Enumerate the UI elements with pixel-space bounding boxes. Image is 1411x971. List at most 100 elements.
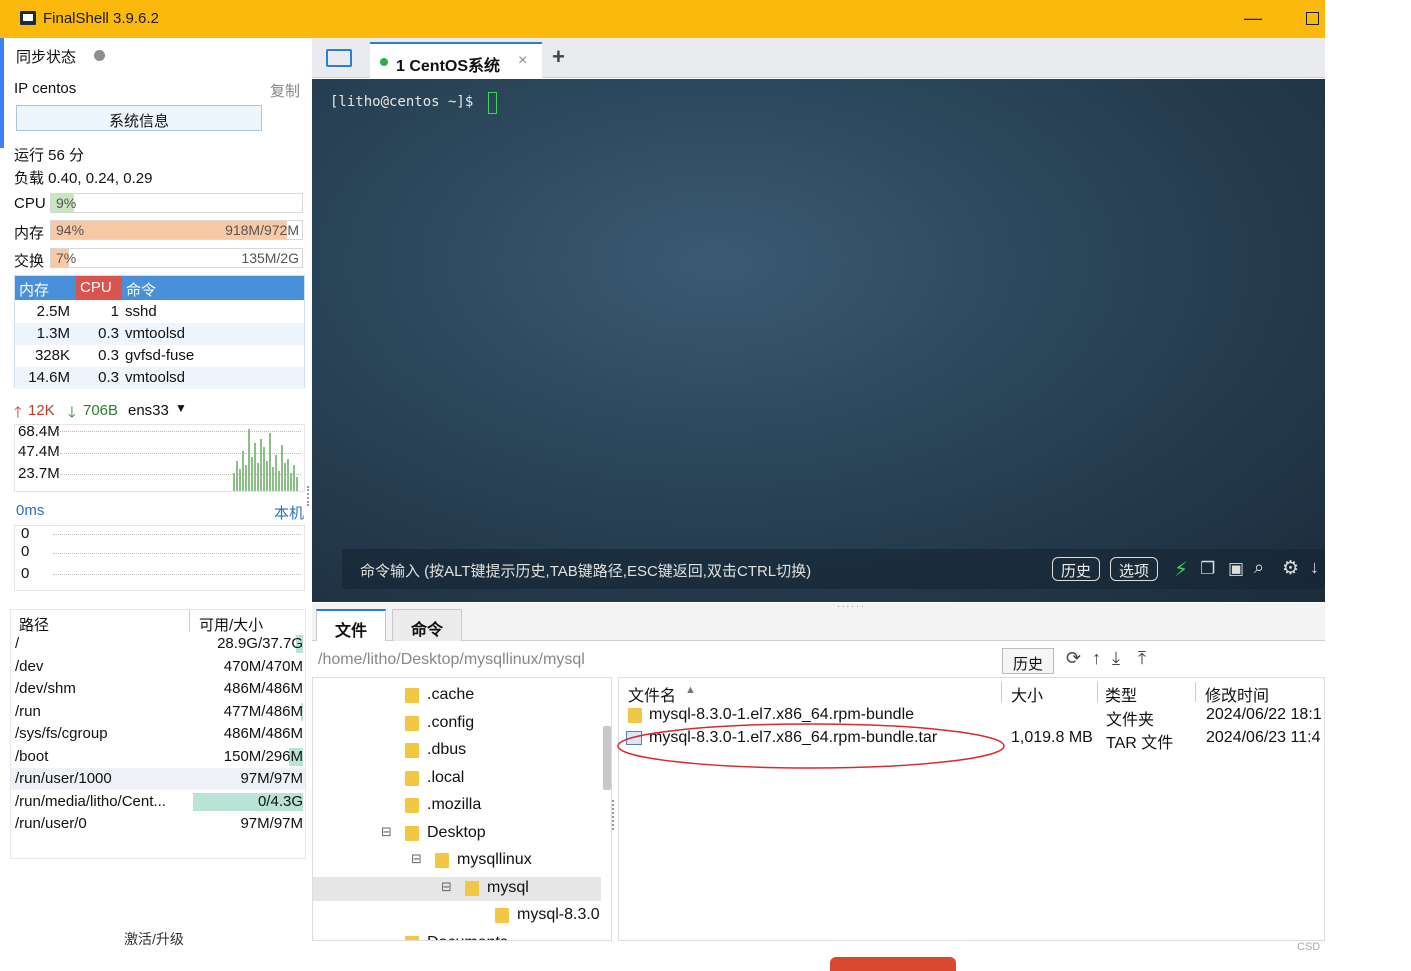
disk-size: 0/4.3G xyxy=(257,792,303,810)
disk-row[interactable]: /boot 150M/296M xyxy=(11,746,305,768)
network-interface-select[interactable]: ens33 xyxy=(128,402,169,419)
column-divider xyxy=(1097,682,1098,702)
download-icon[interactable]: ⤓ xyxy=(1112,648,1120,669)
disk-path: /dev xyxy=(15,657,44,675)
traffic-bar xyxy=(263,447,265,491)
tree-node[interactable]: .mozilla xyxy=(313,794,601,818)
file-list[interactable]: 文件名 ▲ 大小 类型 修改时间 mysql-8.3.0-1.el7.x86_6… xyxy=(618,677,1325,941)
column-header-type[interactable]: 类型 xyxy=(1105,682,1137,706)
splitter-handle[interactable] xyxy=(612,800,615,830)
disk-size: 470M/470M xyxy=(223,657,303,675)
tree-node[interactable]: ⊟ Desktop xyxy=(313,822,601,846)
sidebar-edge-marker xyxy=(0,38,4,148)
column-divider xyxy=(189,610,190,632)
process-table-header[interactable]: 内存 CPU 命令 xyxy=(15,276,304,300)
tree-node[interactable]: Documents xyxy=(313,932,601,940)
tab-files[interactable]: 文件 xyxy=(316,609,387,641)
folder-icon xyxy=(435,853,449,868)
disk-row[interactable]: /dev 470M/470M xyxy=(11,656,305,678)
disk-row[interactable]: /dev/shm 486M/486M xyxy=(11,678,305,700)
add-tab-button[interactable]: + xyxy=(552,44,565,70)
minimize-button[interactable]: — xyxy=(1244,8,1262,29)
column-header-command[interactable]: 命令 xyxy=(126,279,156,300)
tree-node[interactable]: .cache xyxy=(313,684,601,708)
bottom-popup-tab[interactable] xyxy=(830,957,956,971)
options-button[interactable]: 选项 xyxy=(1110,557,1159,581)
gear-icon[interactable]: ⚙ xyxy=(1282,557,1299,580)
history-button[interactable]: 历史 xyxy=(1052,557,1101,581)
collapse-icon[interactable]: ⊟ xyxy=(381,824,392,840)
current-path-input[interactable]: /home/litho/Desktop/mysqllinux/mysql xyxy=(318,651,585,669)
traffic-bar xyxy=(266,461,268,491)
title-bar[interactable]: FinalShell 3.9.6.2 — xyxy=(0,0,1325,38)
column-header-cpu[interactable]: CPU xyxy=(80,279,112,296)
disk-path: / xyxy=(15,635,20,652)
command-input-bar[interactable]: 命令输入 (按ALT键提示历史,TAB键路径,ESC键返回,双击CTRL切换) … xyxy=(342,549,1325,589)
disk-row[interactable]: / 28.9G/37.7G xyxy=(11,633,305,655)
process-table[interactable]: 内存 CPU 命令 2.5M 1 sshd 1.3M 0.3 vmtoolsd … xyxy=(14,275,305,389)
folder-open-icon[interactable] xyxy=(326,49,352,67)
process-row[interactable]: 2.5M 1 sshd xyxy=(15,301,304,323)
collapse-icon[interactable]: ⊟ xyxy=(411,851,422,867)
tree-node[interactable]: mysql-8.3.0 xyxy=(313,904,601,928)
disk-row[interactable]: /run 477M/486M xyxy=(11,701,305,723)
disk-row[interactable]: /sys/fs/cgroup 486M/486M xyxy=(11,723,305,745)
paste-icon[interactable]: ▣ xyxy=(1228,559,1244,579)
refresh-icon[interactable]: ⟳ xyxy=(1066,648,1081,669)
disk-row[interactable]: /run/user/0 97M/97M xyxy=(11,813,305,835)
finalshell-logo-icon xyxy=(20,11,36,25)
disk-size: 477M/486M xyxy=(223,702,303,720)
maximize-button[interactable] xyxy=(1306,12,1319,25)
disk-row[interactable]: /run/user/1000 97M/97M xyxy=(11,768,305,790)
ping-host-select[interactable]: 本机 xyxy=(274,502,304,523)
chevron-down-icon[interactable]: ▼ xyxy=(175,401,187,415)
process-row[interactable]: 14.6M 0.3 vmtoolsd xyxy=(15,367,304,389)
process-memory: 14.6M xyxy=(28,369,70,386)
activate-upgrade-link[interactable]: 激活/升级 xyxy=(124,929,184,949)
tree-node[interactable]: .config xyxy=(313,712,601,736)
copy-ip-link[interactable]: 复制 xyxy=(270,80,300,101)
horizontal-scrollbar[interactable] xyxy=(621,940,1241,941)
process-row[interactable]: 328K 0.3 gvfsd-fuse xyxy=(15,345,304,367)
disk-row[interactable]: /run/media/litho/Cent... 0/4.3G xyxy=(11,791,305,813)
splitter-handle[interactable] xyxy=(307,486,310,506)
terminal-cursor xyxy=(488,92,497,114)
lightning-icon[interactable]: ⚡ xyxy=(1174,557,1188,582)
tree-node[interactable]: .local xyxy=(313,767,601,791)
upload-icon[interactable]: ⤒ xyxy=(1138,648,1146,669)
tree-node[interactable]: .dbus xyxy=(313,739,601,763)
column-header-path[interactable]: 路径 xyxy=(19,614,49,635)
folder-icon xyxy=(495,908,509,923)
path-history-button[interactable]: 历史 xyxy=(1002,648,1054,674)
folder-icon xyxy=(628,708,642,723)
disk-usage-table[interactable]: 路径 可用/大小 / 28.9G/37.7G/dev 470M/470M/dev/s… xyxy=(10,609,306,859)
parent-folder-icon[interactable]: ↑ xyxy=(1092,648,1101,669)
tree-scrollbar[interactable] xyxy=(603,726,611,790)
traffic-bar xyxy=(278,471,280,491)
system-info-button[interactable]: 系统信息 xyxy=(16,105,262,131)
tab-commands[interactable]: 命令 xyxy=(392,609,463,641)
collapse-icon[interactable]: ⊟ xyxy=(441,879,452,895)
column-header-modified[interactable]: 修改时间 xyxy=(1205,682,1269,706)
column-header-filename[interactable]: 文件名 xyxy=(628,682,676,706)
terminal-area[interactable]: [litho@centos ~]$ 命令输入 (按ALT键提示历史,TAB键路径… xyxy=(312,79,1325,602)
network-traffic-chart: 68.4M 47.4M 23.7M xyxy=(14,423,305,492)
copy-icon[interactable]: ❐ xyxy=(1200,559,1215,579)
column-header-size[interactable]: 大小 xyxy=(1011,682,1043,706)
column-header-size[interactable]: 可用/大小 xyxy=(199,614,263,635)
command-input-hint[interactable]: 命令输入 (按ALT键提示历史,TAB键路径,ESC键返回,双击CTRL切换) xyxy=(360,560,811,581)
tree-node[interactable]: ⊟ mysqllinux xyxy=(313,849,601,873)
process-row[interactable]: 1.3M 0.3 vmtoolsd xyxy=(15,323,304,345)
tree-node[interactable]: ⊟ mysql xyxy=(313,876,601,901)
splitter-handle[interactable]: ...... xyxy=(837,599,866,610)
search-icon[interactable]: ⌕ xyxy=(1254,557,1264,578)
arrow-down-icon[interactable]: ↓ xyxy=(1310,557,1319,578)
process-command: vmtoolsd xyxy=(125,325,186,342)
process-memory: 1.3M xyxy=(36,325,70,342)
directory-tree[interactable]: .cache .config .dbus .local .mozilla ⊟ Desktop… xyxy=(312,677,612,941)
session-tab[interactable]: 1 CentOS系统 × xyxy=(370,42,542,78)
file-size: 1,019.8 MB xyxy=(1011,729,1093,746)
column-header-memory[interactable]: 内存 xyxy=(19,279,49,300)
traffic-bar xyxy=(272,467,274,491)
close-icon[interactable]: × xyxy=(518,52,527,70)
